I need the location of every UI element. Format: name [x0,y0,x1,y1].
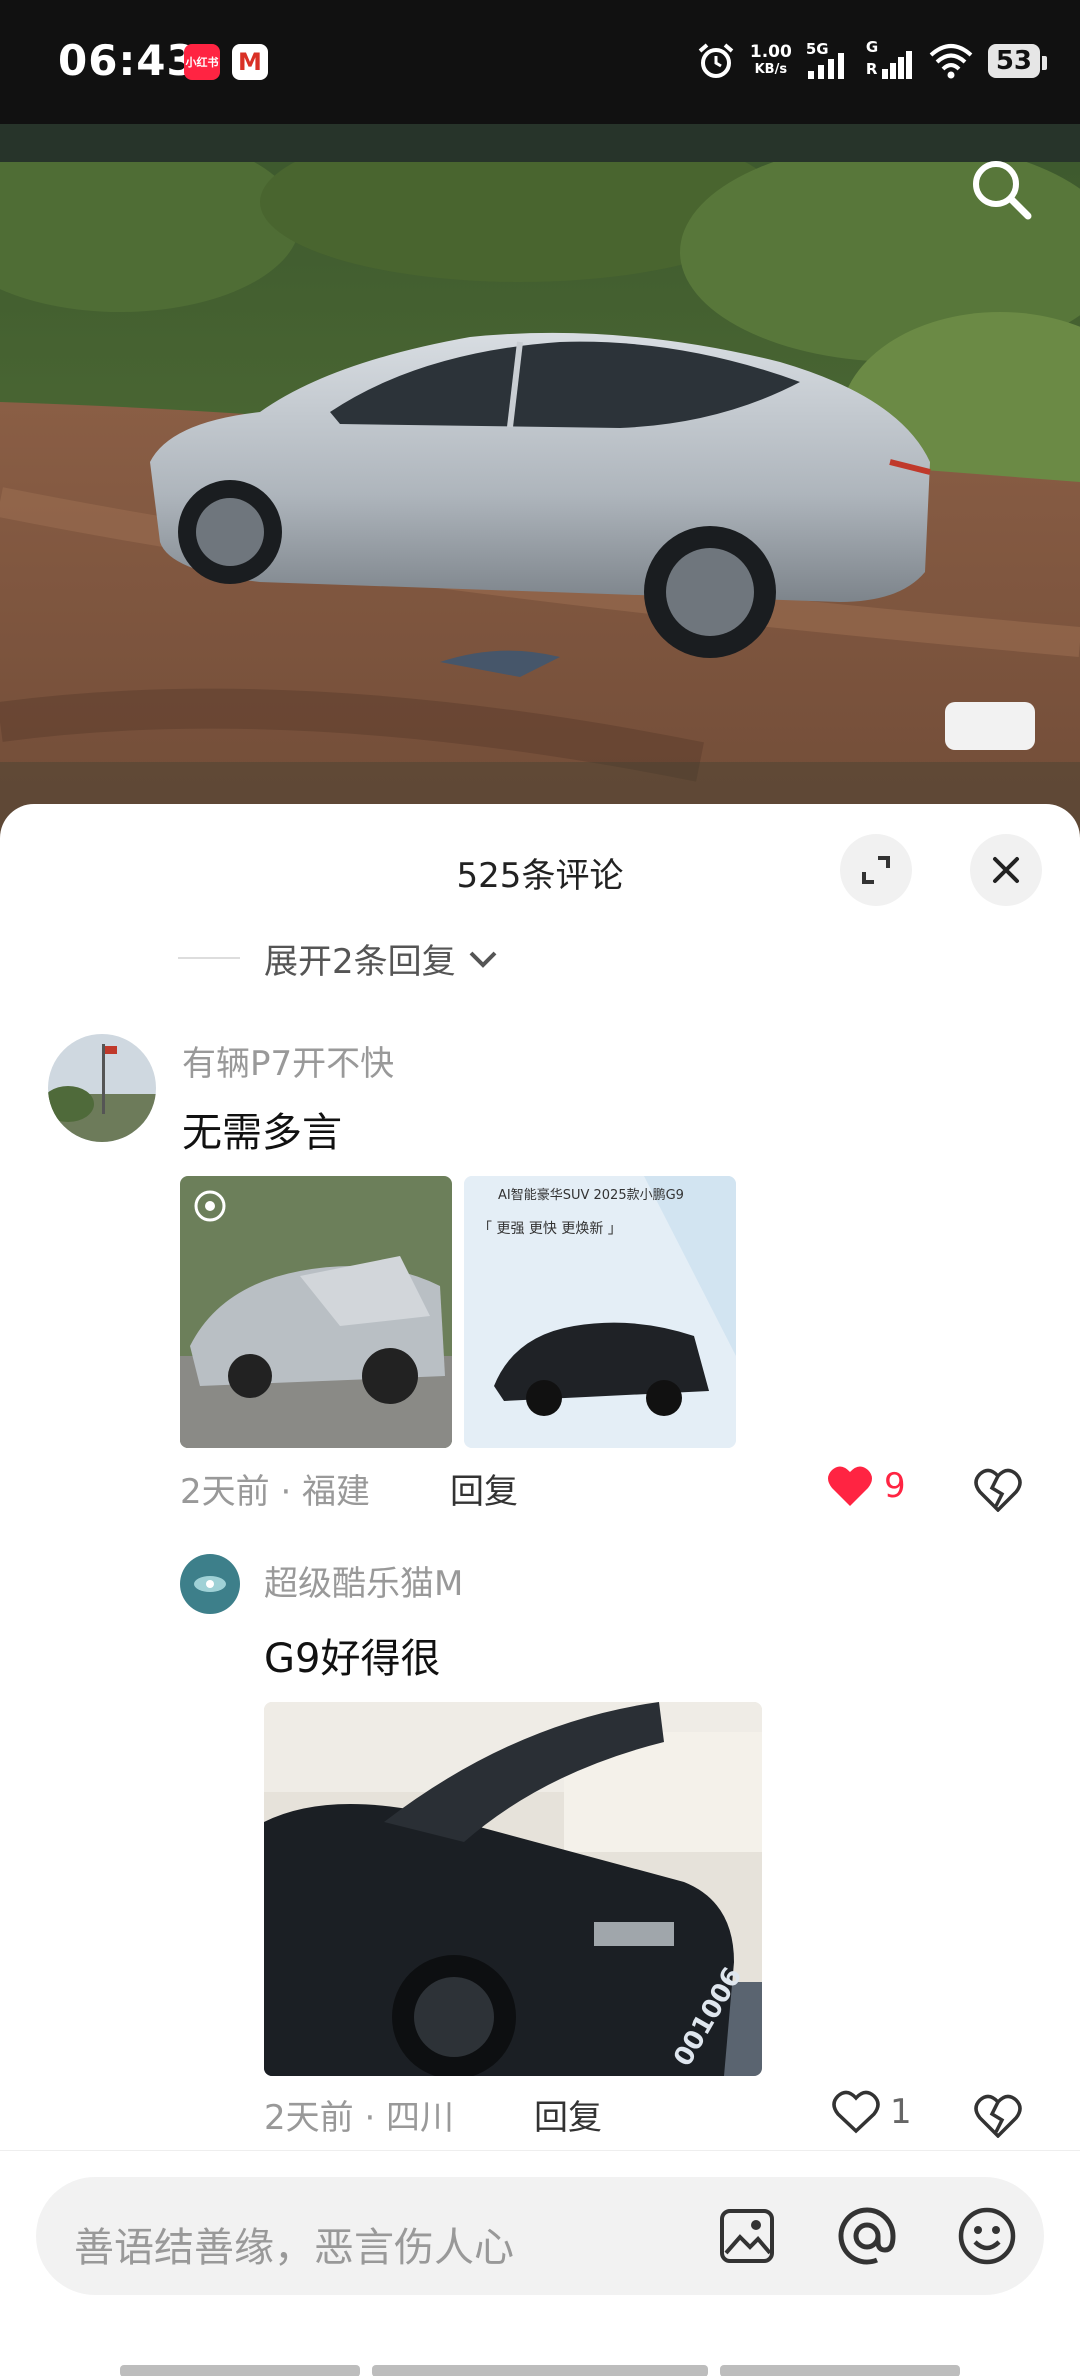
avatar[interactable] [48,1034,156,1142]
nav-bar-segment [120,2365,360,2376]
expand-replies-button[interactable]: 展开2条回复 [264,934,498,983]
like-button[interactable]: 9 [826,1464,906,1508]
mention-button[interactable] [832,2201,902,2271]
comment-time-location: 2天前 · 四川 [264,2098,455,2138]
ad-slogan-text: 「 更强 更快 更焕新 」 [478,1221,622,1237]
navigation-bar [0,2359,1080,2376]
comment-time-location: 2天前 · 福建 [180,1472,371,1512]
ad-header-text: AI智能豪华SUV 2025款小鹏G9 [498,1188,684,1203]
broken-heart-icon[interactable] [972,1466,1024,1512]
post-photo[interactable] [0,162,1080,892]
at-icon [838,2207,896,2265]
comment-username[interactable]: 超级酷乐猫M [264,1556,463,1605]
signal-5g-icon: 5G [806,41,850,81]
reply-button[interactable]: 回复 [534,2090,602,2139]
xiaohongshu-icon: 小红书 [184,44,220,80]
alarm-icon [698,43,734,78]
gmail-icon: M [232,44,268,80]
heart-icon [828,1466,872,1506]
expand-icon [862,856,890,884]
comment-input[interactable]: 善语结善缘，恶言伤人心 [36,2177,1044,2295]
avatar[interactable] [180,1554,240,1614]
nav-bar-segment [372,2365,708,2376]
fullscreen-button[interactable] [840,834,912,906]
nav-bar-segment [720,2365,960,2376]
comments-count-title: 525条评论 [456,856,624,896]
emoji-icon [958,2207,1016,2265]
comment-input-placeholder: 善语结善缘，恶言伤人心 [74,2225,514,2271]
comment-text: G9好得很 [264,1636,441,1682]
comment-image[interactable] [180,1176,452,1448]
expand-replies-label: 展开2条回复 [264,942,456,982]
comment-input-bar: 善语结善缘，恶言伤人心 [0,2150,1080,2376]
like-button[interactable]: 1 [832,2090,912,2134]
chevron-down-icon [469,951,497,968]
broken-heart-icon[interactable] [972,2092,1024,2138]
comments-sheet: 525条评论 展开2条回复 有辆P7开不快 无需多言 AI智能豪华SUV 202… [0,804,1080,2376]
comment-username[interactable]: 有辆P7开不快 [182,1036,394,1085]
battery-indicator: 53 [987,44,1048,78]
signal-g-icon: G R [864,39,914,81]
image-icon [720,2209,774,2263]
image-button[interactable] [712,2201,782,2271]
emoji-button[interactable] [952,2201,1022,2271]
divider-line [178,957,240,959]
post-image-area[interactable] [0,124,1080,892]
comment-image[interactable]: 001006 [264,1702,762,2076]
close-button[interactable] [970,834,1042,906]
like-count: 9 [884,1466,906,1506]
speed-unit: KB/s [754,62,788,77]
speed-value: 1.00 [749,42,792,62]
heart-icon [832,2090,880,2134]
reply-button[interactable]: 回复 [450,1464,518,1513]
like-count: 1 [890,2092,912,2132]
search-icon[interactable] [966,154,1036,224]
comment-image-ad[interactable]: AI智能豪华SUV 2025款小鹏G9 「 更强 更快 更焕新 」 [464,1176,736,1448]
network-speed: 1.00 KB/s [750,43,792,79]
screen: 06:43 小红书 M 1.00 KB/s 5G G R 53 525条评论 展… [0,0,1080,2376]
wifi-icon [929,44,973,79]
comment-text: 无需多言 [182,1110,342,1156]
close-icon [993,857,1019,883]
status-bar: 06:43 小红书 M 1.00 KB/s 5G G R 53 [0,0,1080,124]
status-time: 06:43 [58,36,197,85]
status-icons: 1.00 KB/s 5G G R 53 [696,36,1048,86]
